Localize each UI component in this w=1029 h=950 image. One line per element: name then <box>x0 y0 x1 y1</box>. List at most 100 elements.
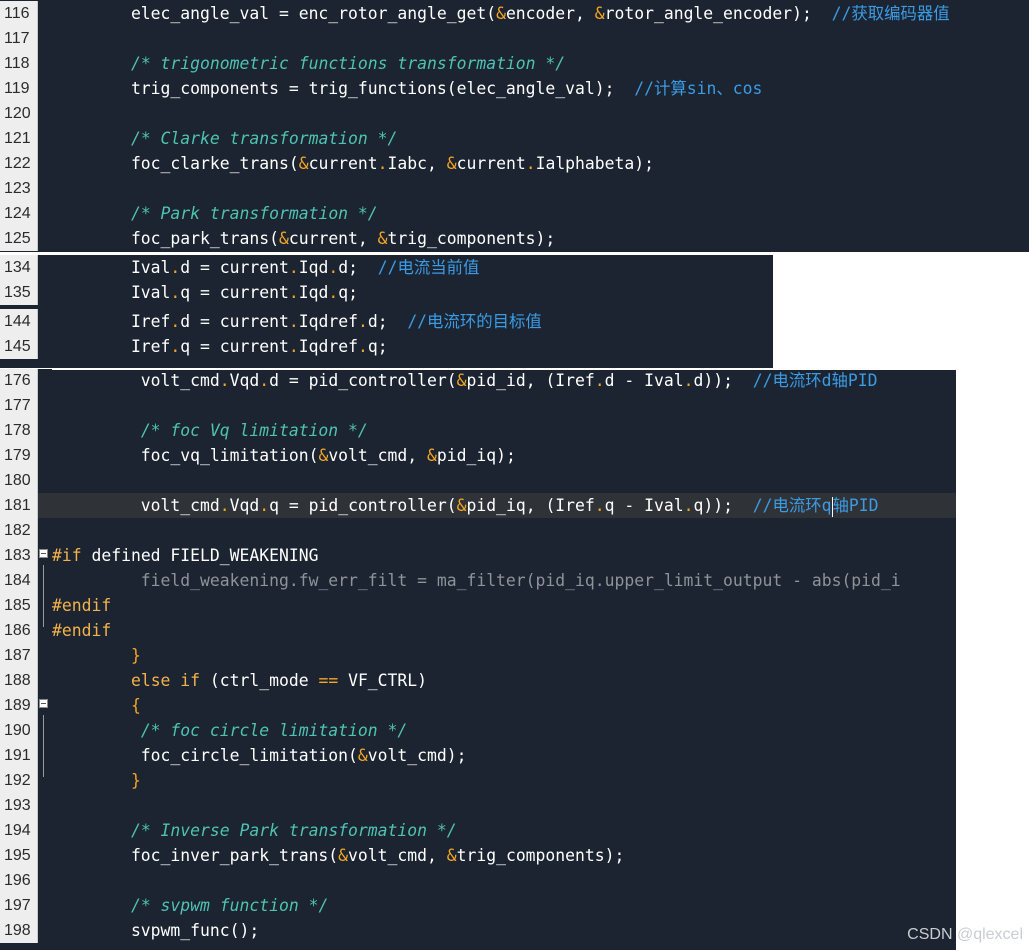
code-line[interactable]: 191 foc_circle_limitation(&volt_cmd); <box>0 743 956 768</box>
code-line[interactable]: 119 trig_components = trig_functions(ele… <box>0 76 1029 101</box>
code-line[interactable]: 192 } <box>0 768 956 793</box>
code-text[interactable]: #if defined FIELD_WEAKENING <box>52 543 318 568</box>
code-text[interactable]: foc_clarke_trans(&current.Iabc, &current… <box>52 151 654 176</box>
line-number: 185 <box>0 593 38 618</box>
code-token: Iref <box>52 337 171 356</box>
code-text[interactable]: field_weakening.fw_err_filt = ma_filter(… <box>52 568 901 593</box>
code-text[interactable]: { <box>52 693 141 718</box>
code-text[interactable]: else if (ctrl_mode == VF_CTRL) <box>52 668 427 693</box>
fold-collapse-icon[interactable] <box>39 549 48 558</box>
code-line[interactable]: 144 Iref.d = current.Iqdref.d; //电流环的目标值 <box>0 309 773 334</box>
code-line[interactable]: 145 Iref.q = current.Iqdref.q; <box>0 334 773 359</box>
code-text[interactable]: } <box>52 643 141 668</box>
code-line[interactable]: 189 { <box>0 693 956 718</box>
fold-collapse-icon[interactable] <box>39 699 48 708</box>
code-line[interactable]: 187 } <box>0 643 956 668</box>
code-text[interactable]: /* svpwm function */ <box>52 893 328 918</box>
code-text[interactable]: svpwm_func(); <box>52 918 259 943</box>
code-line[interactable]: 182 <box>0 518 956 543</box>
line-number: 196 <box>0 868 38 893</box>
code-line[interactable]: 195 foc_inver_park_trans(&volt_cmd, &tri… <box>0 843 956 868</box>
code-line[interactable]: 186 #endif <box>0 618 956 643</box>
code-text[interactable]: /* foc Vq limitation */ <box>52 418 368 443</box>
code-text[interactable]: Iref.q = current.Iqdref.q; <box>52 334 388 359</box>
code-line[interactable]: 185 #endif <box>0 593 956 618</box>
code-line[interactable]: 188 else if (ctrl_mode == VF_CTRL) <box>0 668 956 693</box>
code-text[interactable]: /* foc circle limitation */ <box>52 718 407 743</box>
code-token: . <box>170 312 181 331</box>
code-text[interactable]: Iref.d = current.Iqdref.d; //电流环的目标值 <box>52 309 542 334</box>
code-text[interactable]: /* trigonometric functions transformatio… <box>52 51 565 76</box>
code-token: Iqdref <box>298 312 358 331</box>
code-line[interactable]: 196 <box>0 868 956 893</box>
line-number: 180 <box>0 468 38 493</box>
code-text[interactable]: #endif <box>52 593 111 618</box>
code-text[interactable]: #endif <box>52 618 111 643</box>
line-number: 125 <box>0 226 38 251</box>
code-line[interactable]: 184 field_weakening.fw_err_filt = ma_fil… <box>0 568 956 593</box>
code-text[interactable]: /* Inverse Park transformation */ <box>52 818 457 843</box>
code-line[interactable]: 194 /* Inverse Park transformation */ <box>0 818 956 843</box>
code-line[interactable]: 121 /* Clarke transformation */ <box>0 126 1029 151</box>
code-line[interactable]: 181 volt_cmd.Vqd.q = pid_controller(&pid… <box>0 493 956 518</box>
code-text[interactable]: } <box>52 768 141 793</box>
code-token: . <box>288 337 299 356</box>
code-line[interactable]: 122 foc_clarke_trans(&current.Iabc, &cur… <box>0 151 1029 176</box>
code-token: . <box>288 312 299 331</box>
code-line[interactable]: 197 /* svpwm function */ <box>0 893 956 918</box>
code-text[interactable]: Ival.d = current.Iqd.d; //电流当前值 <box>52 255 479 280</box>
code-text[interactable]: foc_inver_park_trans(&volt_cmd, &trig_co… <box>52 843 624 868</box>
code-token: /* Inverse Park transformation */ <box>130 821 457 840</box>
code-token: q = current <box>180 337 289 356</box>
line-number: 186 <box>0 618 38 643</box>
code-line[interactable]: 190 /* foc circle limitation */ <box>0 718 956 743</box>
code-line[interactable]: 116 elec_angle_val = enc_rotor_angle_get… <box>0 1 1029 26</box>
code-line[interactable]: 118 /* trigonometric functions transform… <box>0 51 1029 76</box>
code-token: & <box>357 746 368 765</box>
code-line[interactable]: 125 foc_park_trans(&current, &trig_compo… <box>0 226 1029 251</box>
code-token: pid_id, (Iref <box>466 371 595 390</box>
code-token: encoder, <box>505 4 595 23</box>
code-line[interactable]: 123 <box>0 176 1029 201</box>
code-token: & <box>446 154 457 173</box>
fold-guide-if <box>43 565 44 627</box>
code-token: & <box>594 4 605 23</box>
code-line[interactable]: 176 volt_cmd.Vqd.d = pid_controller(&pid… <box>0 369 956 393</box>
code-line[interactable]: 183 #if defined FIELD_WEAKENING <box>0 543 956 568</box>
code-text[interactable]: volt_cmd.Vqd.d = pid_controller(&pid_id,… <box>52 369 878 393</box>
code-line[interactable]: 193 <box>0 793 956 818</box>
code-token: /* foc circle limitation */ <box>140 721 408 740</box>
code-token: . <box>357 337 368 356</box>
code-token: #endif <box>52 621 112 640</box>
code-line[interactable]: 180 <box>0 468 956 493</box>
code-text[interactable]: foc_circle_limitation(&volt_cmd); <box>52 743 467 768</box>
code-line[interactable]: 120 <box>0 101 1029 126</box>
code-token: volt_cmd <box>52 371 220 390</box>
code-text[interactable]: volt_cmd.Vqd.q = pid_controller(&pid_iq,… <box>52 493 879 518</box>
code-token: d = current <box>180 312 289 331</box>
code-text[interactable]: Ival.q = current.Iqd.q; <box>52 280 358 305</box>
code-line[interactable]: 124 /* Park transformation */ <box>0 201 1029 226</box>
code-text[interactable]: /* Clarke transformation */ <box>52 126 397 151</box>
code-line[interactable]: 177 <box>0 393 956 418</box>
code-line[interactable]: 179 foc_vq_limitation(&volt_cmd, &pid_iq… <box>0 443 956 468</box>
code-token: foc_vq_limitation( <box>52 446 319 465</box>
code-line[interactable]: 178 /* foc Vq limitation */ <box>0 418 956 443</box>
code-token: VF_CTRL) <box>338 671 428 690</box>
code-text[interactable]: foc_park_trans(&current, &trig_component… <box>52 226 555 251</box>
code-text[interactable]: foc_vq_limitation(&volt_cmd, &pid_iq); <box>52 443 516 468</box>
code-token: d; <box>338 258 378 277</box>
code-line[interactable]: 134 Ival.d = current.Iqd.d; //电流当前值 <box>0 255 773 280</box>
code-line[interactable]: 135 Ival.q = current.Iqd.q; <box>0 280 773 305</box>
code-token: Iqd <box>298 283 329 302</box>
code-text[interactable]: elec_angle_val = enc_rotor_angle_get(&en… <box>52 1 950 26</box>
code-line[interactable]: 117 <box>0 26 1029 51</box>
code-line[interactable]: 198 svpwm_func(); <box>0 918 956 943</box>
code-token: & <box>496 4 506 23</box>
code-text[interactable]: /* Park transformation */ <box>52 201 378 226</box>
code-text[interactable]: trig_components = trig_functions(elec_an… <box>52 76 762 101</box>
screenshot-root: { "watermark": "CSDN @qlexcel", "panel1"… <box>0 0 1029 950</box>
code-token: pid_iq, (Iref <box>466 496 595 515</box>
